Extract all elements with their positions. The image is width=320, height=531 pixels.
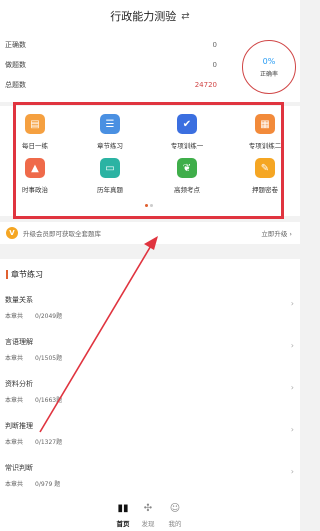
annotation-arrow	[39, 236, 158, 433]
arrow-line	[39, 243, 153, 433]
arrow-head	[144, 236, 158, 250]
